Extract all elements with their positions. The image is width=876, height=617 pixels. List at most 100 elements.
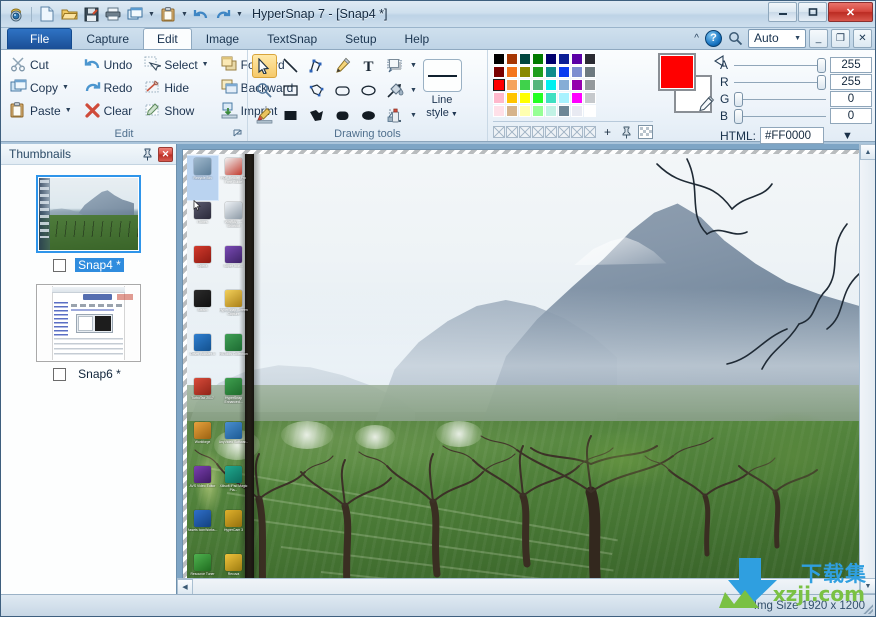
- color-swatch[interactable]: [519, 53, 531, 65]
- image-canvas-area[interactable]: Recycle BinPDF Reader Pro Free GuideiTun…: [177, 144, 875, 594]
- paste-dropdown-icon[interactable]: ▼: [180, 4, 189, 24]
- pointer-tool[interactable]: [252, 54, 277, 78]
- close-button[interactable]: ✕: [828, 2, 873, 22]
- polygon-tool[interactable]: [304, 79, 329, 103]
- color-swatch[interactable]: [506, 53, 518, 65]
- color-swatch[interactable]: [506, 66, 518, 78]
- tab-textsnap[interactable]: TextSnap: [253, 28, 331, 49]
- list-item[interactable]: Snap6 *: [1, 284, 176, 381]
- custom-swatch[interactable]: [584, 126, 596, 138]
- desktop-icon[interactable]: AnyVideo Softwar...: [218, 420, 249, 464]
- desktop-icon[interactable]: WinRAR — Shortcut: [218, 200, 249, 244]
- custom-swatch[interactable]: [571, 126, 583, 138]
- open-folder-icon[interactable]: [59, 4, 79, 24]
- alpha-value[interactable]: 255: [830, 57, 872, 73]
- custom-swatch[interactable]: [532, 126, 544, 138]
- line-style-button[interactable]: Line style ▼: [419, 53, 465, 121]
- color-swatch[interactable]: [493, 66, 505, 78]
- color-swatch[interactable]: [558, 105, 570, 117]
- color-swatch[interactable]: [532, 53, 544, 65]
- filled-ellipse-tool[interactable]: [356, 104, 381, 128]
- pin-icon[interactable]: [140, 147, 155, 162]
- thumbnail-checkbox-snap4[interactable]: [53, 259, 66, 272]
- desktop-icon[interactable]: Recuva: [218, 552, 249, 594]
- green-slider[interactable]: [734, 92, 826, 107]
- rectangle-tool[interactable]: [278, 79, 303, 103]
- thumbnail-label-snap4[interactable]: Snap4 *: [75, 258, 124, 272]
- scroll-up-icon[interactable]: ▲: [860, 144, 875, 160]
- select-button[interactable]: Select ▼: [139, 53, 213, 76]
- tab-file[interactable]: File: [7, 28, 72, 49]
- color-swatch[interactable]: [584, 53, 596, 65]
- color-swatch[interactable]: [558, 53, 570, 65]
- desktop-icon[interactable]: Opera: [187, 244, 218, 288]
- tab-capture[interactable]: Capture: [72, 28, 143, 49]
- close-icon[interactable]: ✕: [158, 147, 173, 162]
- swap-colors-icon[interactable]: [714, 55, 726, 67]
- custom-swatch[interactable]: [519, 126, 531, 138]
- color-swatch[interactable]: [571, 105, 583, 117]
- horizontal-scrollbar[interactable]: ◀ ▶: [177, 578, 859, 594]
- pin-icon[interactable]: [619, 125, 634, 139]
- clear-button[interactable]: Clear: [79, 99, 138, 122]
- ellipse-tool[interactable]: [356, 79, 381, 103]
- desktop-icon[interactable]: Steam: [187, 288, 218, 332]
- hide-button[interactable]: Hide: [139, 76, 213, 99]
- list-item[interactable]: Snap4 *: [1, 175, 176, 272]
- document-restore-button[interactable]: ❐: [831, 29, 850, 48]
- desktop-icon[interactable]: HyperSnap Screen Capture: [218, 288, 249, 332]
- vertical-scrollbar[interactable]: ▲ ▼: [859, 144, 875, 594]
- minimize-button[interactable]: [768, 2, 797, 22]
- color-swatch[interactable]: [519, 66, 531, 78]
- color-swatch[interactable]: [519, 79, 531, 91]
- red-slider[interactable]: [734, 75, 826, 90]
- chevron-down-icon[interactable]: ▼: [65, 107, 72, 114]
- color-swatch[interactable]: [558, 66, 570, 78]
- red-value[interactable]: 255: [830, 74, 872, 90]
- document-minimize-button[interactable]: _: [809, 29, 828, 48]
- color-swatch[interactable]: [532, 66, 544, 78]
- color-swatch[interactable]: [519, 105, 531, 117]
- color-swatch[interactable]: [532, 92, 544, 104]
- tab-help[interactable]: Help: [391, 28, 444, 49]
- color-swatch[interactable]: [545, 79, 557, 91]
- magnifier-icon[interactable]: [725, 28, 745, 48]
- spray-can-tool[interactable]: [383, 104, 408, 128]
- color-swatch[interactable]: [506, 92, 518, 104]
- desktop-icon[interactable]: Xilisoft iPad Magic Pla...: [218, 464, 249, 508]
- desktop-icon[interactable]: HyperSnap Enhanced...: [218, 376, 249, 420]
- checker-icon[interactable]: [638, 125, 653, 139]
- shadow-tool[interactable]: [383, 54, 408, 78]
- thumbnail-checkbox-snap6[interactable]: [53, 368, 66, 381]
- image-canvas[interactable]: Recycle BinPDF Reader Pro Free GuideiTun…: [187, 154, 859, 594]
- copy-button[interactable]: Copy ▼: [5, 76, 77, 99]
- highlighter-tool[interactable]: [252, 104, 277, 128]
- color-swatch[interactable]: [584, 66, 596, 78]
- color-swatch[interactable]: [493, 79, 505, 91]
- blue-value[interactable]: 0: [830, 108, 872, 124]
- desktop-icon[interactable]: Resource Tuner: [187, 552, 218, 594]
- paste-button[interactable]: Paste ▼: [5, 99, 77, 122]
- print-icon[interactable]: [103, 4, 123, 24]
- clipboard-icon[interactable]: [158, 4, 178, 24]
- capture-dropdown-icon[interactable]: ▼: [147, 4, 156, 24]
- undo-icon[interactable]: [191, 4, 211, 24]
- new-icon[interactable]: [37, 4, 57, 24]
- desktop-icon[interactable]: PDF Reader Pro Free Guide: [218, 156, 249, 200]
- magnifier-tool[interactable]: [252, 79, 277, 103]
- color-palette[interactable]: [493, 53, 653, 117]
- color-swatch[interactable]: [558, 79, 570, 91]
- desktop-icon[interactable]: Workforge: [187, 420, 218, 464]
- add-color-button[interactable]: +: [600, 125, 615, 139]
- color-swatch[interactable]: [545, 66, 557, 78]
- zoom-select[interactable]: Auto ▼: [748, 29, 806, 48]
- alpha-slider[interactable]: [734, 58, 826, 73]
- rounded-rect-tool[interactable]: [330, 79, 355, 103]
- filled-rounded-tool[interactable]: [330, 104, 355, 128]
- chevron-down-icon[interactable]: ▼: [202, 61, 209, 68]
- custom-swatch[interactable]: [493, 126, 505, 138]
- fill-bucket-tool[interactable]: [383, 79, 408, 103]
- custom-swatch[interactable]: [545, 126, 557, 138]
- blue-slider[interactable]: [734, 109, 826, 124]
- color-swatch[interactable]: [493, 92, 505, 104]
